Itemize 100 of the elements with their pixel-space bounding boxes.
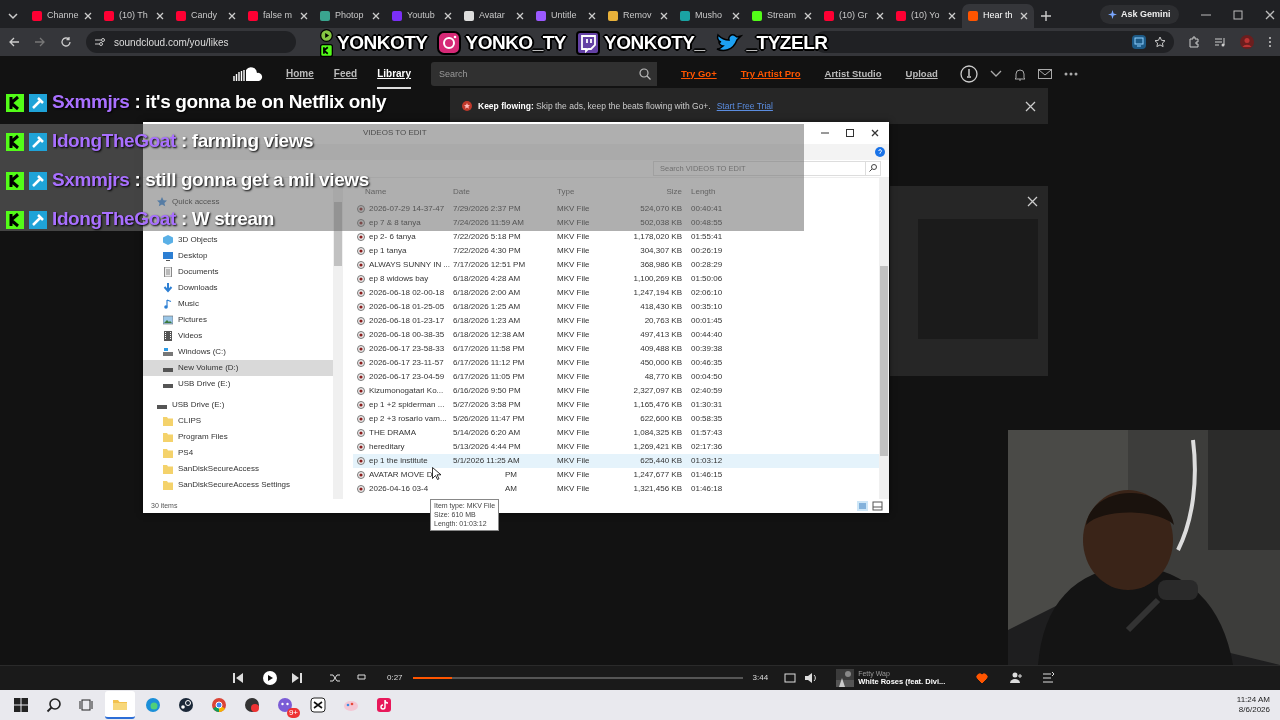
- nav-item[interactable]: Music: [143, 296, 333, 312]
- nav-item[interactable]: Pictures: [143, 312, 333, 328]
- file-row[interactable]: 2026-06-18 01-25-05 6/18/2026 1:25 AM MKV File 418,430 KB 00:35:10: [353, 300, 879, 314]
- close-icon[interactable]: [871, 129, 879, 137]
- file-row[interactable]: THE DRAMA 5/14/2026 6:20 AM MKV File 1,084,325 KB 01:57:43: [353, 426, 879, 440]
- queue-icon[interactable]: [1042, 671, 1055, 685]
- browser-tab[interactable]: Musho: [674, 4, 746, 28]
- windows-start-icon[interactable]: [13, 697, 29, 713]
- nav-item[interactable]: 3D Objects: [143, 232, 333, 248]
- nav-item[interactable]: CLIPS: [143, 413, 333, 429]
- cast-icon[interactable]: [784, 671, 797, 685]
- browser-tab[interactable]: false m: [242, 4, 314, 28]
- nav-link[interactable]: Home: [286, 59, 314, 89]
- file-row[interactable]: ep 7 & 8 tanya 7/24/2026 11:59 AM MKV File 502,038 KB 00:48:55: [353, 216, 879, 230]
- file-row[interactable]: 2026-07-29 14-37-47 7/29/2026 2:37 PM MKV File 524,070 KB 00:40:41: [353, 202, 879, 216]
- file-row[interactable]: 2026-06-17 23-58-33 6/17/2026 11:58 PM MKV File 409,488 KB 00:39:38: [353, 342, 879, 356]
- browser-tab[interactable]: Candy: [170, 4, 242, 28]
- next-icon[interactable]: [291, 671, 303, 685]
- volume-icon[interactable]: [804, 671, 817, 685]
- file-row[interactable]: 2026-04-16 03-4 AM MKV File 1,321,456 KB 01:46:18: [353, 482, 879, 496]
- nav-item[interactable]: Downloads: [143, 280, 333, 296]
- maximize-icon[interactable]: [846, 129, 854, 137]
- browser-tab[interactable]: Remov: [602, 4, 674, 28]
- nav-link[interactable]: Artist Studio: [824, 66, 882, 82]
- free-trial-link[interactable]: Start Free Trial: [716, 99, 773, 113]
- file-row[interactable]: ep 2- 6 tanya 7/22/2026 5:18 PM MKV File 1,178,020 KB 01:55:41: [353, 230, 879, 244]
- browser-tab[interactable]: Avatar: [458, 4, 530, 28]
- previous-icon[interactable]: [232, 671, 244, 685]
- file-row[interactable]: 2026-06-18 00-38-35 6/18/2026 12:38 AM MKV File 497,413 KB 00:44:40: [353, 328, 879, 342]
- site-settings-icon[interactable]: [94, 37, 106, 47]
- nav-item[interactable]: Videos: [143, 328, 333, 344]
- microphone-icon[interactable]: [959, 65, 978, 83]
- nav-item[interactable]: Desktop: [143, 248, 333, 264]
- ask-gemini-button[interactable]: Ask Gemini: [1100, 4, 1179, 24]
- search-icon[interactable]: [633, 62, 658, 86]
- clock-time[interactable]: 11:24 AM: [1236, 694, 1270, 705]
- chevron-down-icon[interactable]: [989, 70, 1002, 78]
- maximize-icon[interactable]: [1232, 10, 1243, 20]
- back-icon[interactable]: [8, 36, 20, 48]
- nav-item[interactable]: USB Drive (E:): [143, 397, 333, 413]
- search-icon[interactable]: [46, 697, 62, 713]
- nav-item[interactable]: Program Files: [143, 429, 333, 445]
- install-icon[interactable]: [1132, 35, 1146, 49]
- heart-icon[interactable]: [976, 672, 989, 684]
- browser-tab[interactable]: Youtub: [386, 4, 458, 28]
- new-tab-icon[interactable]: [1040, 10, 1052, 22]
- nav-item[interactable]: New Volume (D:): [143, 360, 333, 376]
- task-view-icon[interactable]: [79, 697, 95, 713]
- nav-item[interactable]: Documents: [143, 264, 333, 280]
- tiles-view-icon[interactable]: [872, 501, 883, 511]
- file-row[interactable]: 2026-06-18 01-23-17 6/18/2026 1:23 AM MKV File 20,763 KB 00:01:45: [353, 314, 879, 328]
- address-bar[interactable]: soundcloud.com/you/likes: [86, 31, 296, 53]
- browser-tab[interactable]: (10) Yo: [890, 4, 962, 28]
- follow-icon[interactable]: [1010, 671, 1023, 685]
- bookmark-star-icon[interactable]: [1154, 36, 1166, 48]
- file-row[interactable]: 2026-06-17 23-04-59 6/17/2026 11:05 PM MKV File 48,770 KB 00:04:50: [353, 370, 879, 384]
- file-row[interactable]: 2026-06-18 02-00-18 6/18/2026 2:00 AM MKV File 1,247,194 KB 02:06:10: [353, 286, 879, 300]
- minimize-icon[interactable]: [821, 129, 829, 137]
- promo-link[interactable]: Try Artist Pro: [740, 66, 801, 82]
- file-row[interactable]: AVATAR MOVE D PM MKV File 1,247,677 KB 01:46:15: [353, 468, 879, 482]
- nav-item[interactable]: PS4: [143, 445, 333, 461]
- file-row[interactable]: ALWAYS SUNNY IN ... 7/17/2026 12:51 PM MKV File 368,986 KB 00:28:29: [353, 258, 879, 272]
- search-field[interactable]: Search: [431, 62, 634, 86]
- nav-item[interactable]: SanDiskSecureAccess: [143, 461, 333, 477]
- file-row[interactable]: ep 1 +2 spiderman ... 5/27/2026 3:58 PM MKV File 1,165,476 KB 01:30:31: [353, 398, 879, 412]
- close-icon[interactable]: [1264, 10, 1275, 20]
- browser-tab[interactable]: (10) Gr: [818, 4, 890, 28]
- shuffle-icon[interactable]: [329, 671, 341, 685]
- browser-tab[interactable]: Photop: [314, 4, 386, 28]
- search-icon[interactable]: [865, 161, 881, 176]
- file-row[interactable]: hereditary 5/13/2026 4:44 PM MKV File 1,269,421 KB 02:17:36: [353, 440, 879, 454]
- promo-link[interactable]: Try Go+: [681, 66, 717, 82]
- nav-link[interactable]: Library: [377, 59, 412, 89]
- file-row[interactable]: ep 1 tanya 7/22/2026 4:30 PM MKV File 304,307 KB 00:26:19: [353, 244, 879, 258]
- browser-tab[interactable]: Untitle: [530, 4, 602, 28]
- browser-tab[interactable]: (10) Th: [98, 4, 170, 28]
- more-icon[interactable]: [1268, 36, 1272, 48]
- taskbar-app[interactable]: 9+: [270, 691, 300, 719]
- file-row[interactable]: ep 8 widows bay 6/18/2026 4:28 AM MKV File 1,100,269 KB 01:50:06: [353, 272, 879, 286]
- reload-icon[interactable]: [60, 36, 72, 48]
- browser-tab[interactable]: Hear th: [962, 4, 1034, 28]
- browser-tab[interactable]: Stream: [746, 4, 818, 28]
- bell-icon[interactable]: [1013, 67, 1026, 81]
- file-row[interactable]: ep 2 +3 rosario vam... 5/26/2026 11:47 PM MKV File 622,600 KB 00:58:35: [353, 412, 879, 426]
- more-icon[interactable]: [1063, 72, 1078, 76]
- scrollbar[interactable]: [879, 178, 889, 499]
- nav-item[interactable]: Quick access: [143, 194, 333, 210]
- nav-link[interactable]: Feed: [333, 59, 358, 89]
- browser-tab[interactable]: Channe: [26, 4, 98, 28]
- media-icon[interactable]: [1214, 36, 1226, 48]
- nav-item[interactable]: Windows (C:): [143, 344, 333, 360]
- file-row[interactable]: Kizumonogatari Ko... 6/16/2026 9:50 PM MKV File 2,327,097 KB 02:40:59: [353, 384, 879, 398]
- play-icon[interactable]: [261, 671, 279, 685]
- nav-item[interactable]: USB Drive (E:): [143, 376, 333, 392]
- nav-item[interactable]: SanDiskSecureAccess Settings: [143, 477, 333, 493]
- file-row[interactable]: ep 1 the institute 5/1/2026 11:25 AM MKV File 625,440 KB 01:03:12: [353, 454, 879, 468]
- file-row[interactable]: 2026-06-17 23-11-57 6/17/2026 11:12 PM MKV File 450,000 KB 00:46:35: [353, 356, 879, 370]
- nav-link[interactable]: Upload: [905, 66, 938, 82]
- help-icon[interactable]: [875, 147, 885, 157]
- mail-icon[interactable]: [1037, 69, 1052, 79]
